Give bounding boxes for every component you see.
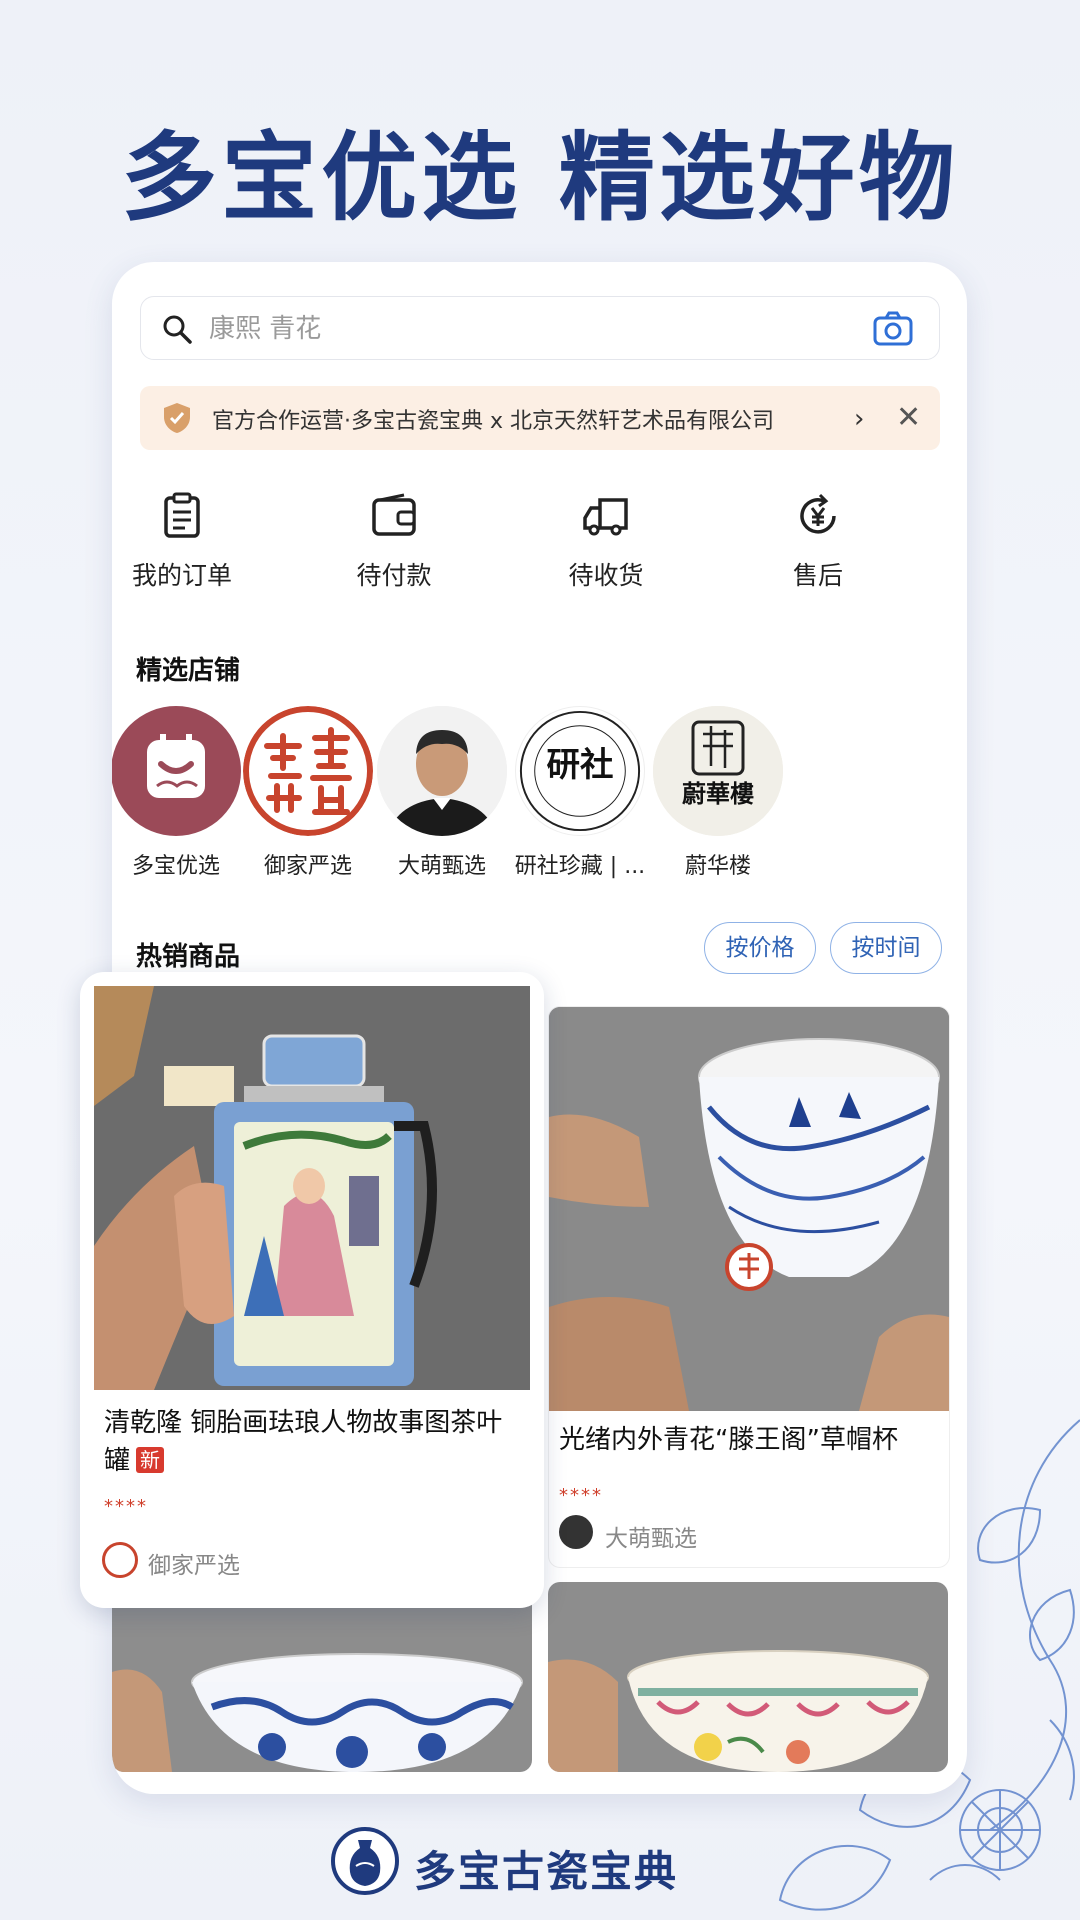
shopping-bag-icon: [147, 734, 205, 798]
red-seal-logo: [243, 706, 373, 836]
seller-name: 御家严选: [148, 1553, 240, 1579]
seller-avatar: [559, 1515, 593, 1549]
seller-seal-avatar: [102, 1542, 138, 1578]
blue-bowl-photo: [112, 1582, 532, 1772]
notice-text: 官方合作运营·多宝古瓷宝典 x 北京天然轩艺术品有限公司: [212, 409, 775, 434]
pending-payment-label: 待付款: [356, 561, 432, 590]
search-icon: [163, 315, 192, 344]
shop-yujia[interactable]: 御家严选: [238, 706, 378, 880]
featured-product-card[interactable]: 清乾隆 铜胎画珐琅人物故事图茶叶罐新 **** 御家严选: [80, 972, 544, 1608]
teacup-photo: [549, 1007, 949, 1411]
product-title: 光绪内外青花“滕王阁”草帽杯: [559, 1425, 898, 1455]
product-image-teacup: [549, 1007, 949, 1411]
truck-icon: [583, 498, 628, 536]
person-portrait: [377, 706, 507, 836]
weihualou-logo: 蔚華樓: [653, 706, 783, 836]
rating-stars: ****: [104, 1496, 148, 1517]
yanshe-circle-logo: 研社: [519, 710, 641, 832]
shop-name: 御家严选: [263, 854, 352, 879]
vase-logo-icon: [331, 1827, 399, 1895]
pending-payment-button[interactable]: 待付款: [324, 492, 464, 592]
weihualou-square-logo: 蔚華樓: [653, 706, 783, 836]
product-image-tea-caddy: [94, 986, 530, 1390]
product-card-bowl[interactable]: [112, 1582, 532, 1772]
product-card-teacup[interactable]: 光绪内外青花“滕王阁”草帽杯 **** 大萌甄选: [548, 1006, 950, 1568]
my-orders-label: 我的订单: [131, 561, 232, 590]
sort-by-time-button[interactable]: 按时间: [830, 922, 942, 974]
shop-dameng[interactable]: 大萌甄选: [372, 706, 512, 880]
pending-delivery-button[interactable]: 待收货: [536, 492, 676, 592]
yanshe-logo: 研社: [515, 706, 645, 836]
refund-yen-icon: [800, 493, 836, 534]
hot-products-title: 热销商品: [136, 942, 241, 972]
close-icon[interactable]: ✕: [896, 400, 921, 435]
footer-brand-name: 多宝古瓷宝典: [414, 1847, 679, 1896]
shop-duobao[interactable]: 多宝优选: [112, 706, 246, 880]
famille-rose-bowl-photo: [548, 1582, 948, 1772]
dameng-avatar: [377, 706, 507, 836]
rating-stars: ****: [559, 1485, 603, 1506]
camera-icon[interactable]: [873, 311, 913, 347]
yanshe-logo-text: 研社: [547, 745, 614, 784]
after-sales-label: 售后: [792, 561, 843, 590]
shop-name: 多宝优选: [131, 854, 220, 879]
partnership-notice[interactable]: 官方合作运营·多宝古瓷宝典 x 北京天然轩艺术品有限公司 › ✕: [140, 386, 940, 450]
footer-brand: 多宝古瓷宝典: [330, 1826, 750, 1906]
new-badge: 新: [136, 1447, 165, 1473]
pending-delivery-label: 待收货: [568, 561, 644, 590]
after-sales-button[interactable]: 售后: [748, 492, 888, 592]
shop-weihualou[interactable]: 蔚華樓 蔚华楼: [648, 706, 788, 880]
my-orders-button[interactable]: 我的订单: [112, 492, 252, 592]
search-bar[interactable]: [140, 296, 940, 360]
product-card-famille-rose[interactable]: [548, 1582, 948, 1772]
shop-name: 研社珍藏 | ...: [514, 854, 646, 879]
headline: 多宝优选 精选好物: [121, 121, 959, 234]
search-input[interactable]: [207, 305, 851, 353]
clipboard-icon: [164, 492, 200, 538]
weihualou-logo-text: 蔚華樓: [682, 779, 754, 808]
tea-caddy-photo: [94, 986, 530, 1390]
sort-by-price-button[interactable]: 按价格: [704, 922, 816, 974]
featured-product-title: 清乾隆 铜胎画珐琅人物故事图茶叶罐新: [104, 1404, 524, 1480]
shield-check-icon: [164, 403, 190, 433]
seller-name: 大萌甄选: [605, 1526, 697, 1552]
shop-yanshe[interactable]: 研社 研社珍藏 | ...: [510, 706, 650, 880]
yujia-seal-avatar: [243, 706, 373, 836]
shop-name: 蔚华楼: [684, 854, 751, 879]
wallet-icon: [372, 493, 416, 536]
shop-name: 大萌甄选: [397, 854, 486, 879]
chevron-right-icon[interactable]: ›: [854, 404, 864, 434]
duobao-avatar: [112, 706, 241, 836]
featured-shops-title: 精选店铺: [136, 656, 241, 686]
